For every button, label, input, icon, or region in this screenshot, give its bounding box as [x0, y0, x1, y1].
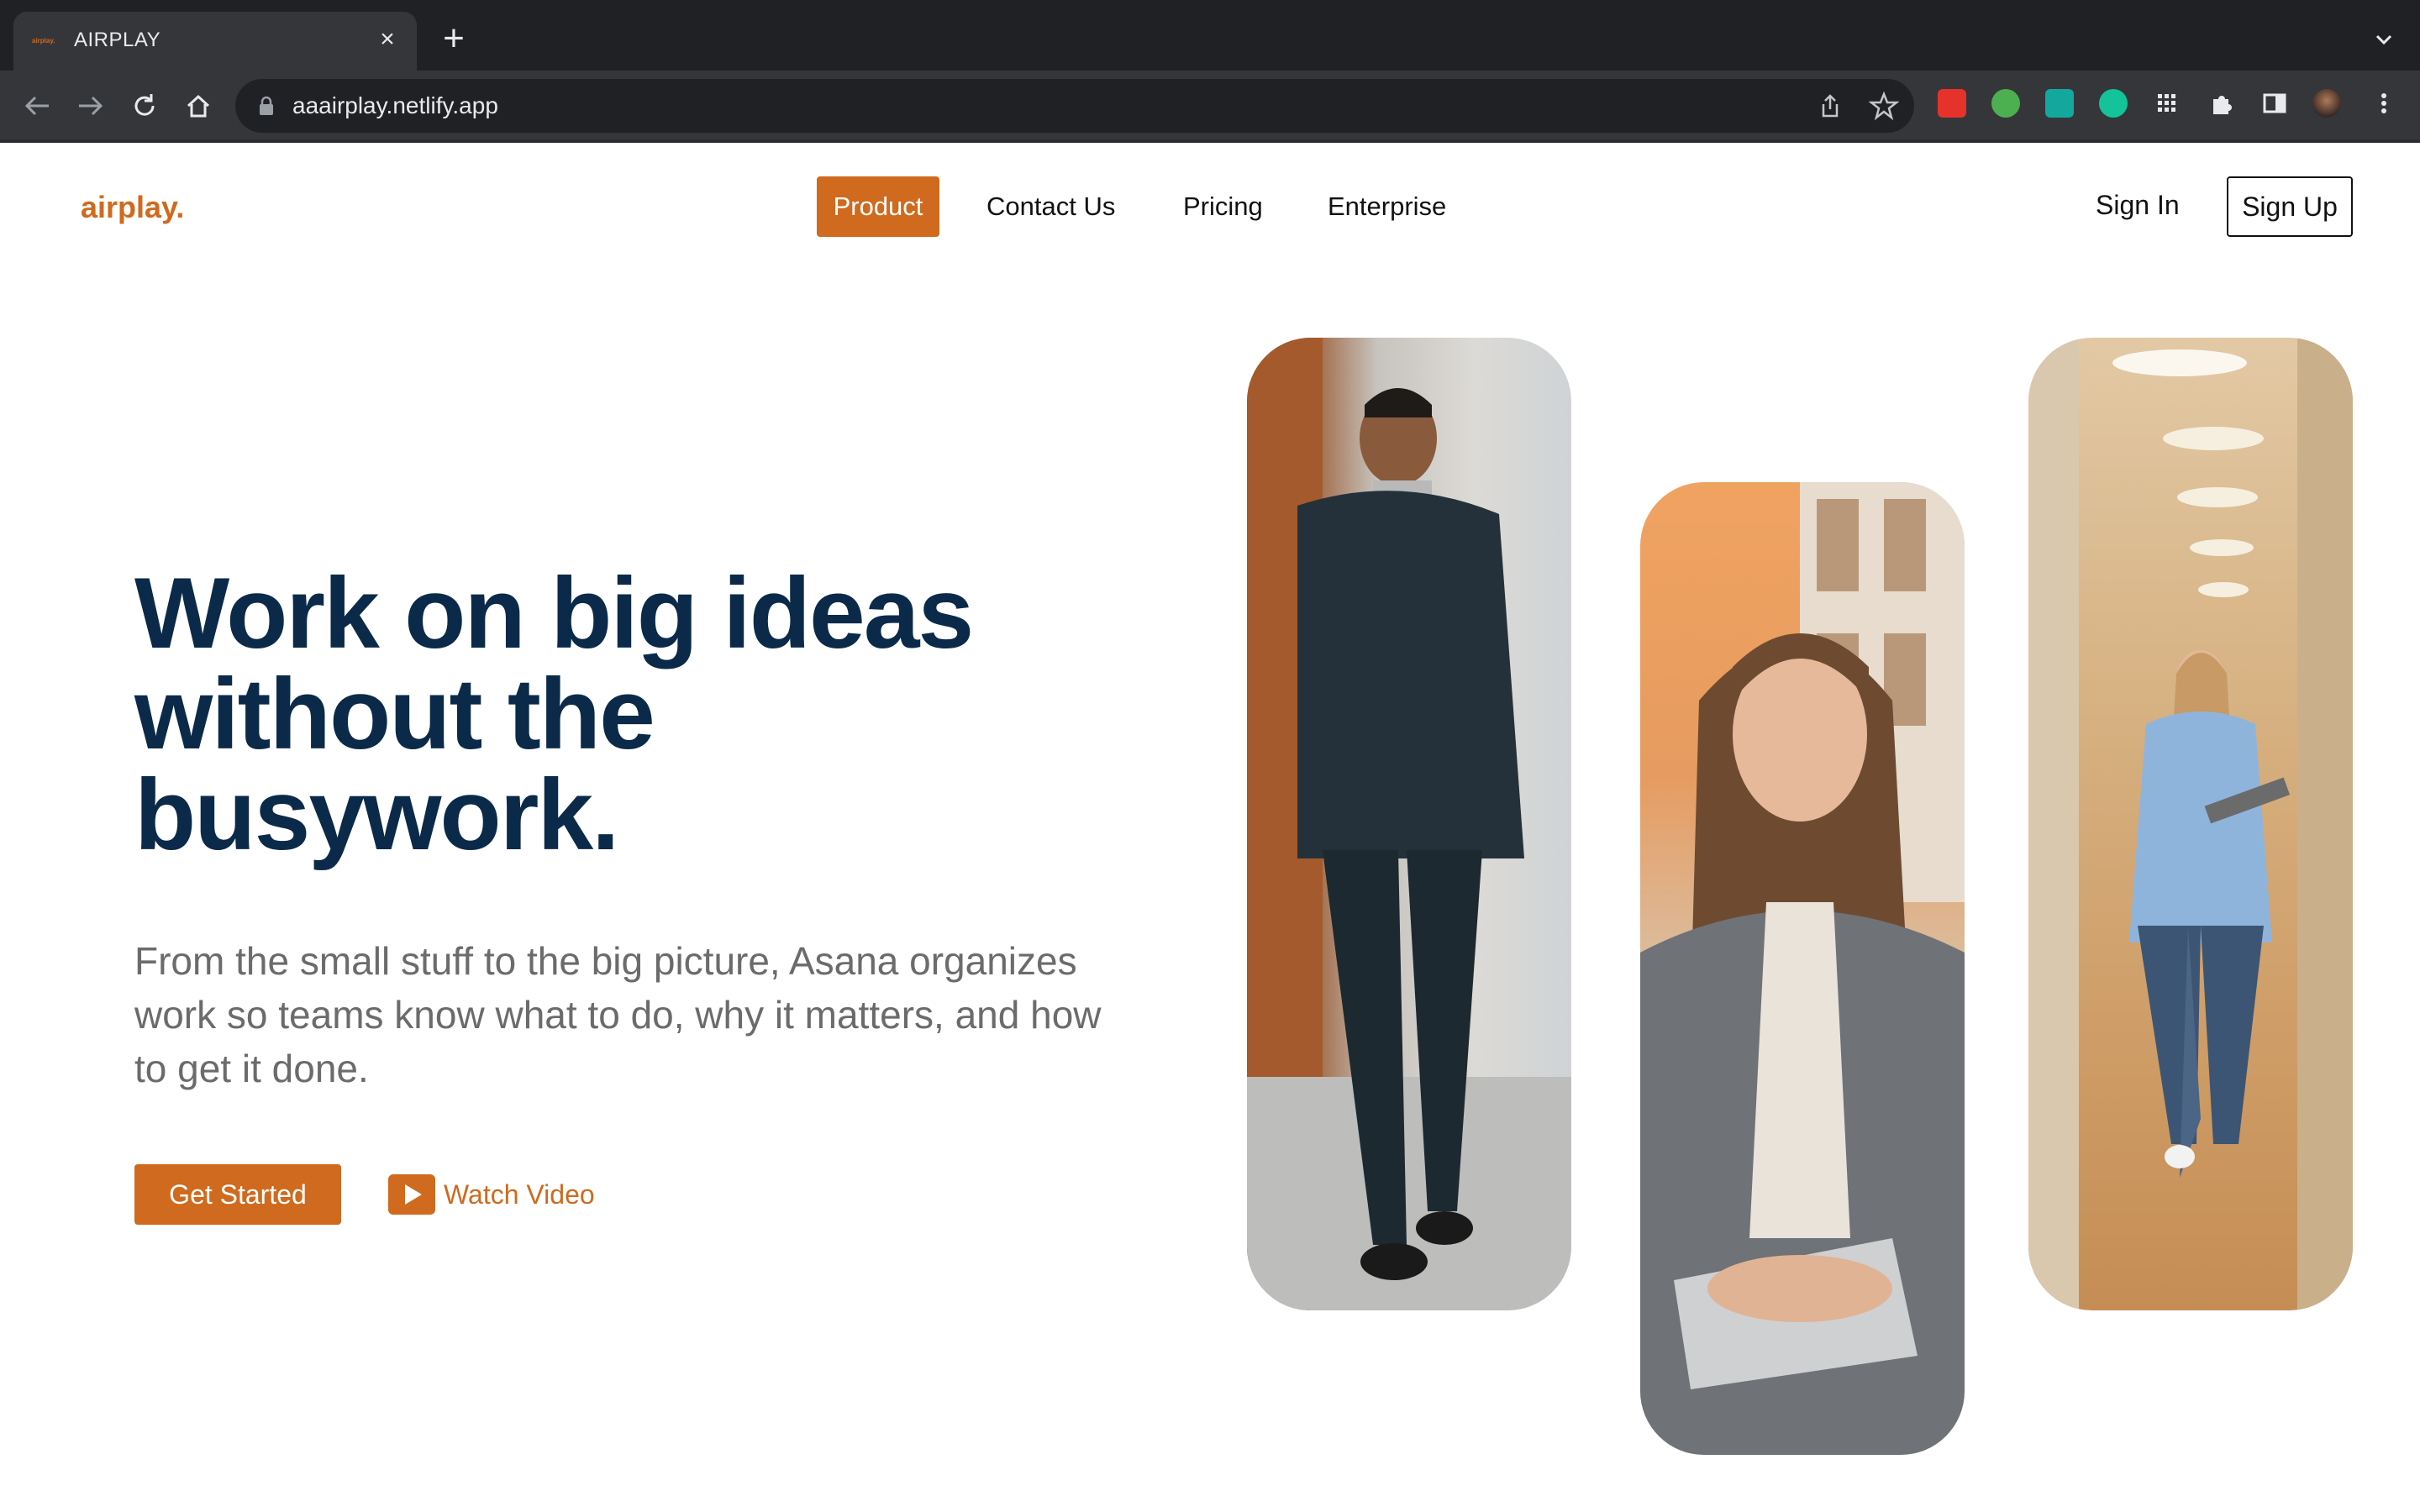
extensions-icon[interactable]: [2207, 89, 2235, 118]
site-logo[interactable]: airplay.: [81, 190, 184, 225]
home-icon[interactable]: [182, 89, 215, 123]
browser-tab[interactable]: airplay. AIRPLAY ×: [13, 12, 417, 71]
apps-grid-icon[interactable]: [2153, 89, 2181, 118]
web-page: airplay. Product Contact Us Pricing Ente…: [0, 143, 2420, 1512]
play-icon: [388, 1174, 435, 1215]
tab-title: AIRPLAY: [74, 29, 161, 51]
man-in-suit-figure: [1247, 338, 1571, 1310]
get-started-button[interactable]: Get Started: [134, 1164, 341, 1225]
woman-in-corridor-figure: [2028, 338, 2353, 1310]
reload-icon[interactable]: [128, 89, 161, 123]
star-icon[interactable]: [1869, 91, 1899, 121]
smiling-woman-figure: [1640, 482, 1965, 1455]
url-text: aaairplay.netlify.app: [292, 92, 498, 118]
menu-icon[interactable]: [2370, 89, 2398, 118]
watch-video-link[interactable]: Watch Video: [388, 1169, 595, 1220]
nav-pricing[interactable]: Pricing: [1183, 176, 1263, 237]
hero-headline-line: Work on big ideas: [134, 557, 974, 669]
nav-contact-us[interactable]: Contact Us: [986, 176, 1115, 237]
sign-in-link[interactable]: Sign In: [2096, 190, 2180, 221]
new-tab-icon[interactable]: +: [437, 20, 471, 57]
tab-strip: airplay. AIRPLAY × +: [0, 0, 2420, 71]
hero-headline: Work on big ideas without the busywork.: [134, 563, 1143, 865]
extension-icon-2[interactable]: [1991, 89, 2020, 118]
extension-icon-1[interactable]: [1938, 89, 1966, 118]
forward-icon[interactable]: [74, 89, 108, 123]
hero-photo-woman-in-corridor: [2028, 338, 2353, 1310]
close-tab-icon[interactable]: ×: [373, 25, 402, 54]
extension-icon-3[interactable]: [2045, 89, 2074, 118]
hero-headline-line: busywork.: [134, 759, 620, 871]
nav-enterprise[interactable]: Enterprise: [1328, 176, 1446, 237]
share-icon[interactable]: [1815, 91, 1845, 121]
sign-up-button[interactable]: Sign Up: [2227, 176, 2353, 237]
hero-headline-line: without the: [134, 658, 655, 770]
watch-video-label: Watch Video: [444, 1179, 595, 1210]
profile-avatar[interactable]: [2312, 89, 2341, 118]
lock-icon: [260, 96, 273, 115]
back-icon[interactable]: [20, 89, 54, 123]
hero-photo-smiling-woman: [1640, 482, 1965, 1455]
hero-subtext: From the small stuff to the big picture,…: [134, 939, 1102, 1090]
tab-favicon: airplay.: [32, 37, 55, 45]
sidepanel-icon[interactable]: [2260, 89, 2289, 118]
address-bar[interactable]: aaairplay.netlify.app: [235, 79, 1914, 133]
hero-photo-man-in-suit: [1247, 338, 1571, 1310]
grammarly-icon[interactable]: [2099, 89, 2128, 118]
tab-search-chevron-icon[interactable]: [2371, 27, 2396, 52]
nav-product[interactable]: Product: [817, 176, 939, 237]
